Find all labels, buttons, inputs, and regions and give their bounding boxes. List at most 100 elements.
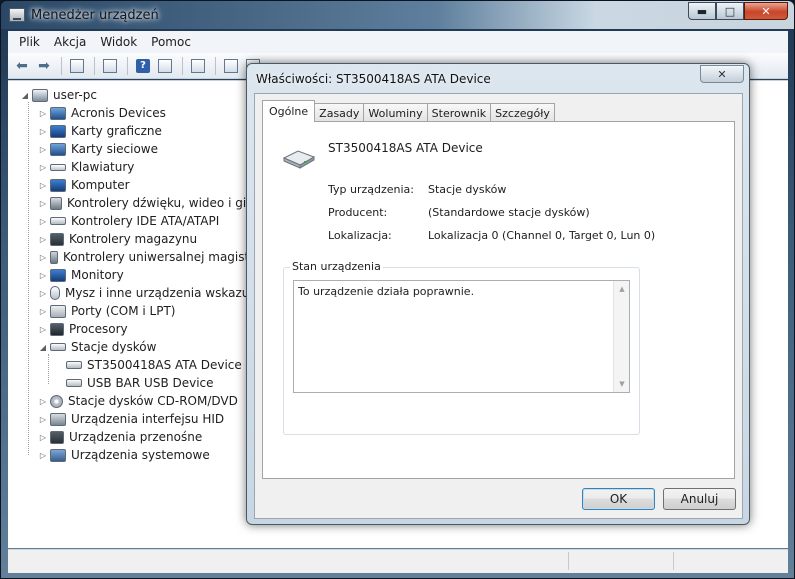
sound-icon	[50, 196, 62, 210]
network-adapter-icon	[50, 142, 66, 156]
properties-icon[interactable]	[100, 56, 120, 76]
storage-controller-icon	[50, 232, 64, 246]
tree-item-label: Urządzenia interfejsu HID	[71, 412, 225, 426]
usb-icon	[50, 250, 58, 264]
tree-item[interactable]: ▷ Urządzenia przenośne	[38, 428, 202, 446]
tab-policies[interactable]: Zasady	[314, 103, 365, 122]
device-type-value: Stacje dysków	[428, 183, 507, 196]
collapse-arrow-icon[interactable]: ◢	[38, 343, 48, 352]
device-type-label: Typ urządzenia:	[328, 183, 415, 196]
location-label: Lokalizacja:	[328, 229, 392, 242]
expand-arrow-icon[interactable]: ▷	[38, 271, 48, 280]
tree-item[interactable]: ▷ Procesory	[38, 320, 128, 338]
expand-arrow-icon[interactable]: ▷	[38, 289, 48, 298]
expand-arrow-icon[interactable]: ▷	[38, 109, 48, 118]
expand-arrow-icon[interactable]: ▷	[38, 145, 48, 154]
processor-icon	[50, 322, 64, 336]
tree-child-item[interactable]: ST3500418AS ATA Device	[66, 356, 242, 374]
expand-arrow-icon[interactable]: ▷	[38, 181, 48, 190]
ok-button[interactable]: OK	[582, 488, 655, 510]
tree-item[interactable]: ▷ Karty sieciowe	[38, 140, 158, 158]
toolbar-separator	[215, 56, 216, 75]
tree-item-expanded[interactable]: ◢ Stacje dysków	[38, 338, 157, 356]
tab-general[interactable]: Ogólne	[262, 100, 316, 122]
tree-item-label: Klawiatury	[71, 160, 135, 174]
monitor-icon	[50, 268, 66, 282]
maximize-button[interactable]: □	[716, 2, 744, 20]
hard-drive-icon	[282, 150, 316, 169]
dialog-close-button[interactable]: ✕	[700, 65, 744, 83]
tree-item[interactable]: ▷ Klawiatury	[38, 158, 134, 176]
expand-arrow-icon[interactable]: ▷	[38, 127, 48, 136]
scan-hardware-icon[interactable]	[188, 56, 208, 76]
tree-item-label: Mysz i inne urządzenia wskazujące	[65, 286, 275, 300]
tree-item[interactable]: ▷ Urządzenia systemowe	[38, 446, 210, 464]
dialog-title: Właściwości: ST3500418AS ATA Device	[256, 72, 491, 86]
general-tab-panel: ST3500418AS ATA Device Typ urządzenia: S…	[262, 121, 735, 479]
tree-guide-line	[28, 102, 29, 455]
expand-arrow-icon[interactable]: ▷	[38, 433, 48, 442]
device-manager-icon	[9, 8, 25, 22]
back-arrow-icon[interactable]: ⬅	[12, 56, 32, 76]
help-icon[interactable]: ?	[133, 56, 153, 76]
tree-item-label: Kontrolery IDE ATA/ATAPI	[71, 214, 220, 228]
dialog-title-bar[interactable]: Właściwości: ST3500418AS ATA Device ✕	[247, 64, 749, 92]
update-driver-icon[interactable]	[221, 56, 241, 76]
menu-file[interactable]: Plik	[12, 35, 47, 49]
expand-arrow-icon[interactable]: ▷	[38, 307, 48, 316]
show-hide-console-tree-icon[interactable]	[67, 56, 87, 76]
tab-driver[interactable]: Sterownik	[426, 103, 492, 122]
expand-arrow-icon[interactable]: ▷	[38, 451, 48, 460]
tab-volumes[interactable]: Woluminy	[363, 103, 428, 122]
manufacturer-label: Producent:	[328, 206, 388, 219]
tree-root[interactable]: ◢ user-pc	[20, 86, 97, 104]
device-status-text: To urządzenie działa poprawnie.	[298, 285, 475, 298]
expand-arrow-icon[interactable]: ▷	[38, 397, 48, 406]
disk-drive-icon	[50, 343, 66, 351]
tree-item-label: Stacje dysków CD-ROM/DVD	[68, 394, 238, 408]
expand-arrow-icon[interactable]: ▷	[38, 163, 48, 172]
tree-item[interactable]: ▷ Kontrolery dźwięku, wideo i gier	[38, 194, 259, 212]
forward-arrow-icon[interactable]: ➡	[34, 56, 54, 76]
expand-arrow-icon[interactable]: ▷	[38, 253, 48, 262]
usb-drive-icon	[66, 379, 82, 387]
tree-item-label: Komputer	[71, 178, 130, 192]
tree-item[interactable]: ▷ Kontrolery magazynu	[38, 230, 197, 248]
location-value: Lokalizacja 0 (Channel 0, Target 0, Lun …	[428, 229, 656, 242]
menu-bar: Plik Akcja Widok Pomoc	[8, 31, 788, 53]
tree-item[interactable]: ▷ Mysz i inne urządzenia wskazujące	[38, 284, 274, 302]
menu-help[interactable]: Pomoc	[144, 35, 198, 49]
close-button[interactable]: ✕	[744, 2, 788, 20]
expand-arrow-icon[interactable]: ▷	[38, 235, 48, 244]
tree-item[interactable]: ▷ Urządzenia interfejsu HID	[38, 410, 224, 428]
expand-arrow-icon[interactable]: ▷	[38, 415, 48, 424]
tab-details[interactable]: Szczegóły	[490, 103, 555, 122]
tree-item[interactable]: ▷ Stacje dysków CD-ROM/DVD	[38, 392, 238, 410]
tree-child-item[interactable]: USB BAR USB Device	[66, 374, 214, 392]
minimize-button[interactable]: ▬	[688, 2, 716, 20]
tree-item[interactable]: ▷ Komputer	[38, 176, 130, 194]
expand-arrow-icon[interactable]: ▷	[38, 217, 48, 226]
tree-item[interactable]: ▷ Karty graficzne	[38, 122, 162, 140]
menu-action[interactable]: Akcja	[47, 35, 93, 49]
tree-item-label: Urządzenia systemowe	[71, 448, 210, 462]
expand-arrow-icon[interactable]: ▷	[38, 199, 48, 208]
expand-arrow-icon[interactable]: ▷	[38, 325, 48, 334]
status-bar	[8, 549, 788, 573]
status-scrollbar[interactable]: ▲ ▼	[613, 281, 629, 392]
scroll-down-icon[interactable]: ▼	[614, 376, 630, 392]
status-separator	[673, 552, 674, 570]
tree-item[interactable]: ▷ Monitory	[38, 266, 124, 284]
tree-item-label: Karty graficzne	[71, 124, 162, 138]
title-bar[interactable]: Menedżer urządzeń ▬ □ ✕	[1, 1, 794, 29]
tree-item[interactable]: ▷ Porty (COM i LPT)	[38, 302, 176, 320]
tree-item[interactable]: ▷ Acronis Devices	[38, 104, 166, 122]
tree-item[interactable]: ▷ Kontrolery IDE ATA/ATAPI	[38, 212, 219, 230]
tree-item-label: Monitory	[71, 268, 124, 282]
scroll-up-icon[interactable]: ▲	[614, 281, 630, 297]
show-hide-action-pane-icon[interactable]	[155, 56, 175, 76]
menu-view[interactable]: Widok	[93, 35, 144, 49]
collapse-arrow-icon[interactable]: ◢	[20, 91, 30, 100]
device-status-textbox[interactable]: To urządzenie działa poprawnie. ▲ ▼	[293, 280, 630, 393]
cancel-button[interactable]: Anuluj	[663, 488, 736, 510]
